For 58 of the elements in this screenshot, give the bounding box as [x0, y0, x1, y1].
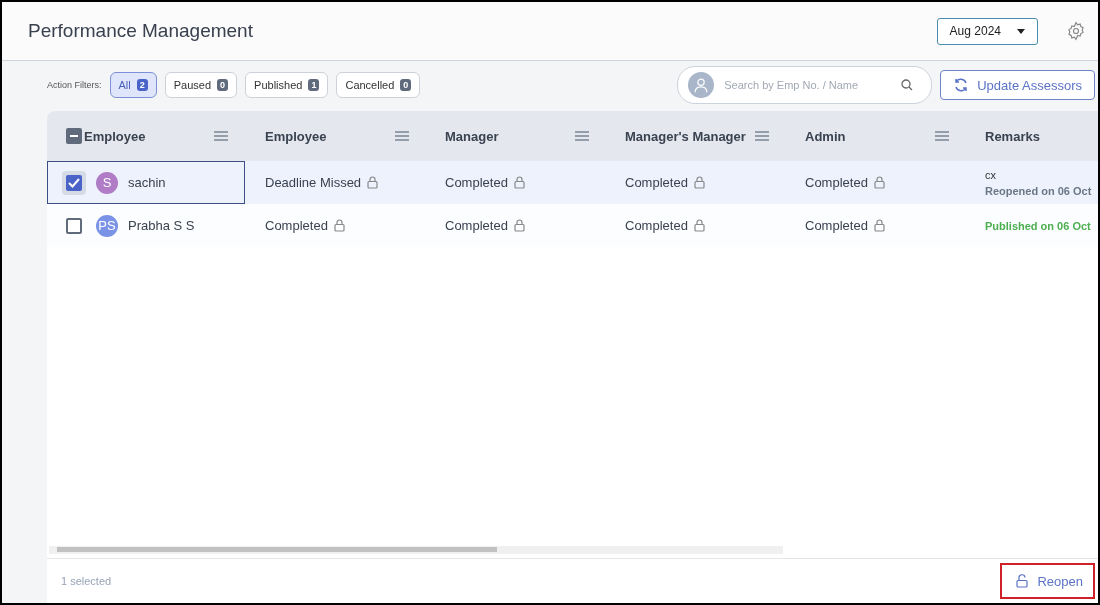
employee-name: Prabha S S [128, 218, 195, 233]
column-menu-icon[interactable] [395, 131, 409, 141]
status-text: Deadline Missed [265, 175, 362, 190]
status-text: Completed [265, 218, 328, 233]
remark-status: Published on 06 Oct [985, 219, 1091, 232]
employee-name: sachin [128, 175, 166, 190]
column-header[interactable]: Employee [265, 128, 393, 144]
user-avatar-icon [688, 72, 715, 98]
count-badge: 0 [400, 79, 412, 91]
update-assessors-button[interactable]: Update Assessors [940, 70, 1095, 100]
lock-icon [693, 176, 705, 189]
filter-chip[interactable]: Paused 0 [164, 72, 238, 98]
caret-icon [1017, 28, 1025, 34]
lock-icon [873, 219, 885, 232]
status-text: Completed [625, 175, 688, 190]
settings-icon[interactable] [1066, 21, 1086, 41]
reopen-button[interactable]: Reopen [1000, 563, 1095, 599]
column-menu-icon[interactable] [935, 131, 949, 141]
status-text: Completed [445, 218, 508, 233]
column-menu-icon[interactable] [755, 131, 769, 141]
period-dropdown[interactable]: Aug 2024 [936, 17, 1038, 45]
lock-icon [333, 219, 345, 232]
select-all-checkbox[interactable] [66, 128, 82, 144]
row-checkbox[interactable] [66, 217, 82, 234]
lock-icon [513, 176, 525, 189]
lock-icon [513, 219, 525, 232]
count-badge: 2 [136, 79, 148, 91]
unlock-icon [1016, 574, 1030, 588]
row-checkbox[interactable] [66, 174, 82, 191]
filter-chip[interactable]: Published 1 [245, 72, 329, 98]
status-text: Completed [805, 218, 868, 233]
count-badge: 0 [217, 79, 229, 91]
lock-icon [367, 176, 379, 189]
column-header[interactable]: Remarks [985, 128, 1098, 144]
count-badge: 1 [308, 79, 320, 91]
refresh-icon [953, 77, 970, 93]
column-header[interactable]: Manager [445, 128, 573, 144]
column-header[interactable]: Admin [805, 128, 933, 144]
filter-chip[interactable]: Cancelled 0 [336, 72, 421, 98]
lock-icon [693, 219, 705, 232]
avatar: S [96, 171, 118, 194]
lock-icon [873, 176, 885, 189]
page-title: Performance Management [28, 20, 254, 42]
status-text: Completed [445, 175, 508, 190]
filters-label: Action Filters: [47, 80, 102, 90]
avatar: PS [96, 214, 118, 237]
column-menu-icon[interactable] [214, 131, 228, 141]
remark-status: Reopened on 06 Oct [985, 184, 1092, 197]
status-text: Completed [805, 175, 868, 190]
column-menu-icon[interactable] [575, 131, 589, 141]
column-header[interactable]: Manager's Manager [625, 128, 753, 144]
search-icon [901, 79, 914, 91]
column-header[interactable]: Employee [84, 128, 212, 144]
filter-chip[interactable]: All 2 [109, 72, 157, 98]
remark-note: cx [985, 168, 996, 181]
selection-count: 1 selected [61, 575, 112, 587]
status-text: Completed [625, 218, 688, 233]
horizontal-scrollbar[interactable] [49, 546, 783, 554]
